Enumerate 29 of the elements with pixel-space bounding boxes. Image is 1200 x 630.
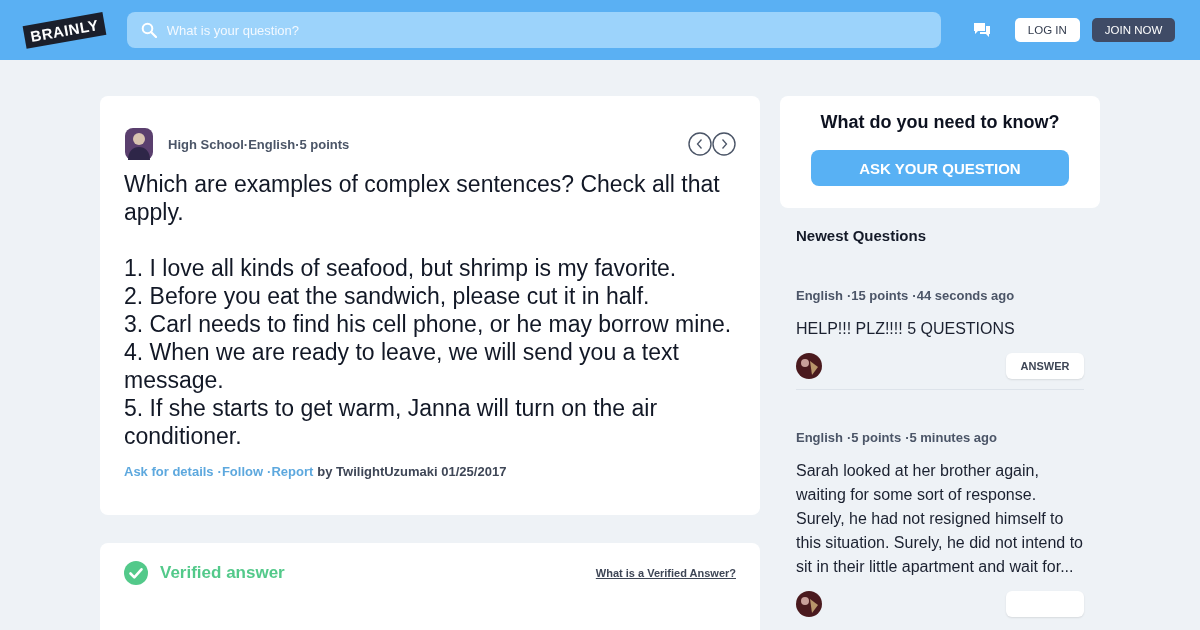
question-meta: ·5 points	[846, 430, 902, 445]
question-text: Which are examples of complex sentences? Check all that apply. 1. I love all kinds of seafood, but shrimp is my favorite. 2. Before you eat the sandwich, please cut it in half. 3. Carl needs to find his cell phone, or he may borrow mine. 4. When we are ready to leave, we will send you a text message. 5. If she starts to get warm, Janna will turn on the air conditioner.	[124, 170, 733, 450]
question-meta: English	[796, 430, 843, 445]
ask-heading: What do you need to know?	[820, 112, 1060, 133]
answer-button[interactable]: ANSWER	[1006, 353, 1084, 379]
avatar-icon	[796, 353, 822, 379]
avatar-icon	[796, 591, 822, 617]
question-preview[interactable]: HELP!!! PLZ!!!! 5 QUESTIONS	[796, 317, 1084, 341]
previous-icon	[688, 132, 712, 156]
question-meta: ·5 points	[295, 136, 350, 152]
question-preview[interactable]: Sarah looked at her brother again, waiting for some sort of response. Surely, he had not resigned himself to this situation. Surely, he did not intend to sit in their little apartment and wait for...	[796, 459, 1084, 579]
avatar-icon	[124, 128, 154, 160]
chat-bubbles-icon[interactable]	[972, 22, 991, 38]
join-button[interactable]: JOIN NOW	[1091, 18, 1176, 42]
newest-questions-heading: Newest Questions	[795, 226, 928, 244]
question-meta: High School	[168, 136, 244, 152]
question-meta: ·5 minutes ago	[905, 430, 997, 445]
logo[interactable]: BRAINLY	[22, 11, 107, 49]
question-meta: ·15 points	[846, 288, 909, 303]
verified-answer-title: Verified answer	[160, 563, 285, 583]
check-icon	[124, 561, 148, 585]
next-icon	[712, 132, 736, 156]
verified-info-link[interactable]: What is a Verified Answer?	[595, 567, 736, 579]
question-meta: English	[796, 288, 843, 303]
search-field[interactable]: What is your question?	[126, 12, 941, 48]
login-button[interactable]: LOG IN	[1014, 18, 1080, 42]
question-meta: ·44 seconds ago	[912, 288, 1015, 303]
author-date: by TwilightUzumaki 01/25/2017	[317, 464, 507, 479]
question-meta: ·English	[243, 136, 296, 152]
